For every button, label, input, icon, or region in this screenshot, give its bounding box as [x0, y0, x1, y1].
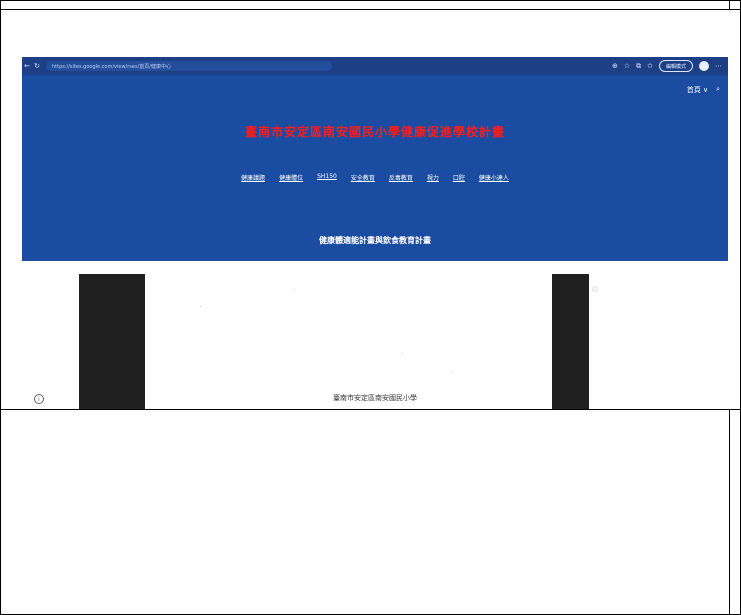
site-header: 首頁 ∨ ⌕ 臺南市安定區南安國民小學健康促進學校計畫 健康議題 健康體位 SH15… — [22, 75, 728, 261]
browser-address-bar: ← ↻ https://sites.google.com/view/rses/首… — [22, 57, 728, 75]
back-arrow-icon[interactable]: ← — [22, 62, 32, 70]
browser-screenshot: ← ↻ https://sites.google.com/view/rses/首… — [22, 57, 728, 409]
search-icon[interactable]: ⌕ — [716, 85, 720, 95]
home-menu-button[interactable]: 首頁 ∨ — [687, 85, 708, 95]
browser-tools: ⊕ ☆ ⧉ ✩ 編輯模式 ⋯ — [612, 60, 722, 72]
nav-link[interactable]: 健康體位 — [279, 173, 303, 182]
nav-link[interactable]: 口腔 — [453, 173, 465, 182]
avatar[interactable] — [699, 61, 709, 71]
top-right-tick — [729, 0, 730, 10]
embedded-document-viewer: ⧉ i 臺南市安定區南安國民小學 — [22, 261, 728, 409]
zoom-icon[interactable]: ⊕ — [612, 62, 618, 70]
more-icon[interactable]: ⋯ — [715, 62, 722, 70]
top-divider — [0, 9, 741, 10]
nav-link[interactable]: SH150 — [317, 173, 337, 182]
url-field[interactable]: https://sites.google.com/view/rses/首頁/健康… — [46, 61, 332, 71]
reload-icon[interactable]: ↻ — [32, 62, 42, 70]
nav-link[interactable]: 健康小達人 — [479, 173, 509, 182]
header-menu: 首頁 ∨ ⌕ — [687, 85, 720, 95]
doc-speck — [294, 289, 295, 290]
screenshot-bottom-divider — [0, 409, 741, 410]
nav-link[interactable]: 視力 — [427, 173, 439, 182]
site-nav: 健康議題 健康體位 SH150 安全教育 反毒教育 視力 口腔 健康小達人 — [22, 173, 728, 182]
doc-speck — [402, 353, 403, 354]
extension-icon[interactable]: ⧉ — [636, 62, 641, 71]
star-icon[interactable]: ☆ — [624, 62, 630, 70]
document-school-line: 臺南市安定區南安國民小學 — [333, 394, 417, 402]
doc-speck — [452, 371, 453, 372]
doc-speck — [200, 306, 201, 307]
profile-pill[interactable]: 編輯模式 — [658, 60, 693, 72]
right-border — [729, 409, 730, 615]
nav-link[interactable]: 健康議題 — [241, 173, 265, 182]
favorites-icon[interactable]: ✩ — [647, 62, 653, 70]
open-in-new-icon[interactable]: ⧉ — [592, 285, 602, 295]
page-subtitle: 健康體適能計畫與飲食教育計畫 — [319, 236, 431, 245]
nav-link[interactable]: 安全教育 — [351, 173, 375, 182]
viewer-right-margin — [552, 274, 589, 409]
viewer-left-margin — [79, 274, 145, 409]
site-title: 臺南市安定區南安國民小學健康促進學校計畫 — [244, 125, 505, 139]
nav-link[interactable]: 反毒教育 — [389, 173, 413, 182]
